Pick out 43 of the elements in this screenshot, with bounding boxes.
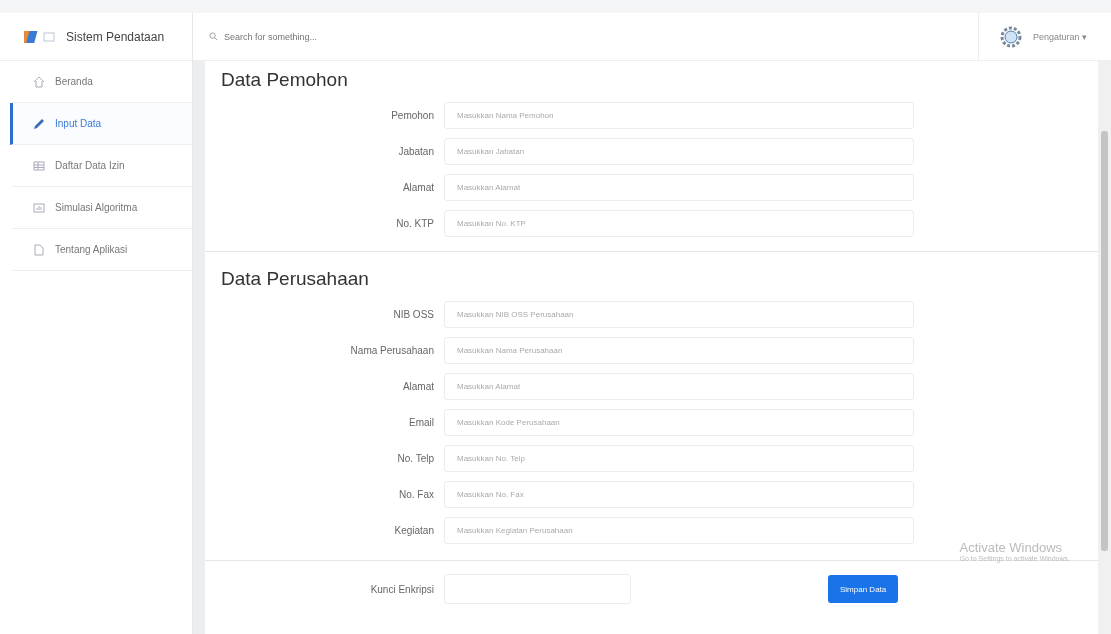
logo-icon — [24, 28, 58, 45]
section-title: Data Perusahaan — [221, 268, 370, 290]
input-field[interactable]: Masukkan Kegiatan Perusahaan — [444, 516, 914, 544]
sidebar-item[interactable]: Input Data — [10, 103, 192, 145]
search-field[interactable]: Search for something... — [222, 30, 526, 43]
document-icon — [33, 243, 45, 256]
input-field[interactable]: Masukkan No. Telp — [444, 444, 914, 472]
input-field[interactable]: Masukkan Kode Perusahaan — [444, 408, 914, 436]
input-field[interactable]: Masukkan Nama Pemohon — [444, 101, 914, 129]
input-field[interactable]: Masukkan NIB OSS Perusahaan — [444, 300, 914, 328]
table-icon — [33, 159, 45, 172]
notice-title: Activate Windows — [959, 540, 1064, 555]
input-field[interactable]: Masukkan No. KTP — [444, 209, 914, 237]
field-label: Nama Perusahaan — [349, 344, 435, 356]
sidebar-item[interactable]: Daftar Data Izin — [10, 145, 192, 187]
app-title: Sistem Pendataan — [66, 29, 165, 44]
input-field[interactable]: Masukkan Jabatan — [444, 137, 914, 165]
field-label: Pemohon — [390, 109, 435, 121]
field-label: Alamat — [401, 380, 435, 392]
pencil-icon — [33, 117, 45, 130]
field-label: Jabatan — [397, 145, 435, 157]
field-label: NIB OSS — [392, 308, 435, 320]
input-field[interactable]: Masukkan No. Fax — [444, 480, 914, 508]
field-label: Kegiatan — [393, 524, 435, 536]
sidebar-item[interactable]: Simulasi Algoritma — [10, 187, 192, 229]
input-field[interactable]: Masukkan Nama Perusahaan — [444, 336, 914, 364]
field-label: Email — [408, 416, 435, 428]
search-icon — [209, 32, 218, 41]
sidebar-item[interactable]: Tentang Aplikasi — [10, 229, 192, 271]
field-label: Alamat — [401, 181, 435, 193]
settings-menu[interactable]: Pengaturan ▾ — [1032, 31, 1087, 42]
scrollbar[interactable] — [1098, 61, 1111, 634]
home-icon — [33, 75, 45, 88]
input-field[interactable]: Masukkan Alamat — [444, 173, 914, 201]
field-label: No. KTP — [395, 217, 435, 229]
section-title: Data Pemohon — [221, 69, 349, 91]
save-button[interactable]: Simpan Data — [828, 575, 899, 603]
chart-icon — [33, 201, 45, 214]
input-field[interactable]: Masukkan Alamat — [444, 372, 914, 400]
field-label: Kunci Enkripsi — [369, 583, 435, 595]
field-label: No. Telp — [396, 452, 435, 464]
field-label: No. Fax — [398, 488, 435, 500]
settings-icon[interactable] — [998, 24, 1023, 49]
